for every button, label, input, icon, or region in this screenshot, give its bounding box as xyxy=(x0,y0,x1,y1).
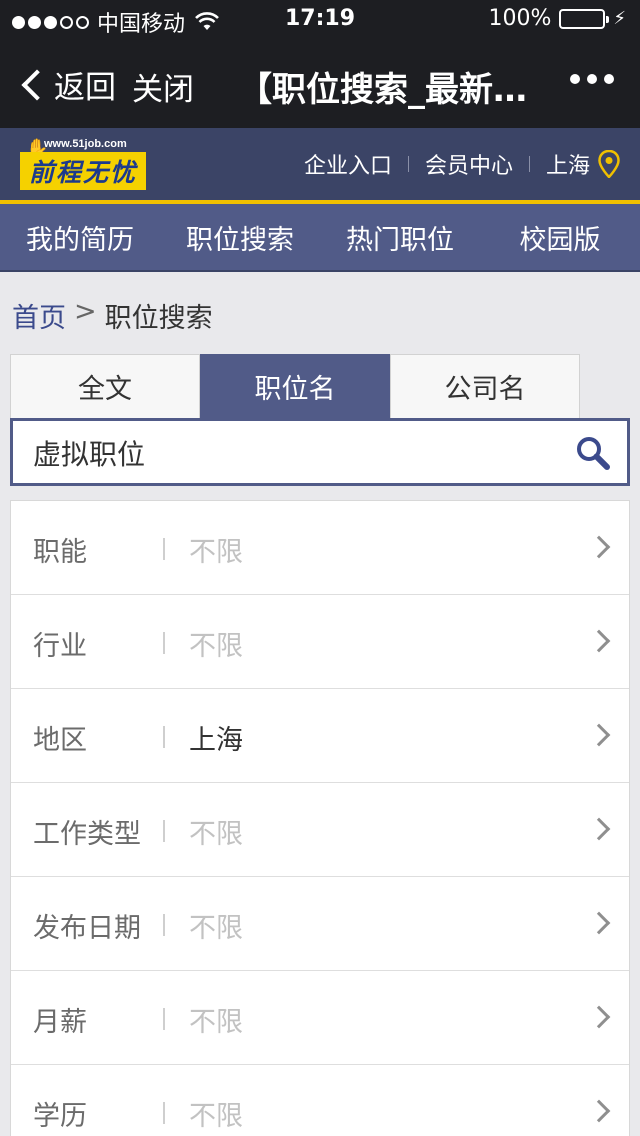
menu-campus[interactable]: 校园版 xyxy=(480,204,640,270)
main-menu: 我的简历 职位搜索 热门职位 校园版 xyxy=(0,204,640,272)
logo-url: www.51job.com xyxy=(44,138,127,150)
filter-value: 不限 xyxy=(189,1101,243,1132)
logo-text: 前程无忧 xyxy=(20,152,146,190)
filter-list: 职能 不限 行业 不限 地区 上海 工作类型 不限 发布日期 不限 月薪 不限 … xyxy=(10,500,630,1136)
filter-row-function[interactable]: 职能 不限 xyxy=(11,501,629,595)
filter-value: 上海 xyxy=(189,725,243,756)
filter-label: 地区 xyxy=(33,725,87,756)
filter-label: 学历 xyxy=(33,1101,87,1132)
site-logo[interactable]: ✋ www.51job.com 前程无忧 xyxy=(20,138,146,192)
divider xyxy=(163,538,165,560)
filter-row-publish-date[interactable]: 发布日期 不限 xyxy=(11,877,629,971)
filter-row-region[interactable]: 地区 上海 xyxy=(11,689,629,783)
filter-label: 职能 xyxy=(33,537,87,568)
battery-area: 100% ⚡ xyxy=(488,6,626,31)
search-input[interactable] xyxy=(33,433,553,473)
divider xyxy=(163,726,165,748)
filter-value: 不限 xyxy=(189,631,243,662)
menu-job-search[interactable]: 职位搜索 xyxy=(160,204,320,270)
chevron-right-icon xyxy=(587,911,611,935)
charging-icon: ⚡ xyxy=(613,8,626,29)
enterprise-link[interactable]: 企业入口 xyxy=(304,148,392,180)
filter-label: 行业 xyxy=(33,631,87,662)
divider xyxy=(528,156,530,172)
filter-label: 发布日期 xyxy=(33,913,141,944)
menu-hot-jobs[interactable]: 热门职位 xyxy=(320,204,480,270)
breadcrumb-current: 职位搜索 xyxy=(104,303,213,334)
search-type-tabs: 全文 职位名 公司名 xyxy=(10,354,580,418)
location-pin-icon[interactable] xyxy=(598,150,620,178)
divider xyxy=(163,914,165,936)
page-title: 【职位搜索_最新… xyxy=(238,70,527,110)
tab-company-name[interactable]: 公司名 xyxy=(390,354,580,418)
divider xyxy=(163,632,165,654)
tab-job-title[interactable]: 职位名 xyxy=(200,354,390,418)
menu-my-resume[interactable]: 我的简历 xyxy=(0,204,160,270)
chevron-right-icon xyxy=(587,1005,611,1029)
search-box xyxy=(10,418,630,486)
filter-value: 不限 xyxy=(189,1007,243,1038)
search-icon[interactable] xyxy=(573,433,613,473)
tab-fulltext[interactable]: 全文 xyxy=(10,354,200,418)
chevron-left-icon xyxy=(21,68,53,101)
filter-row-industry[interactable]: 行业 不限 xyxy=(11,595,629,689)
status-bar: 中国移动 17:19 100% ⚡ xyxy=(0,0,640,40)
filter-row-education[interactable]: 学历 不限 xyxy=(11,1065,629,1136)
filter-value: 不限 xyxy=(189,913,243,944)
more-options-icon[interactable] xyxy=(570,74,614,84)
battery-percent: 100% xyxy=(488,6,552,31)
divider xyxy=(163,820,165,842)
filter-value: 不限 xyxy=(189,537,243,568)
divider xyxy=(407,156,409,172)
chevron-right-icon xyxy=(587,535,611,559)
filter-row-work-type[interactable]: 工作类型 不限 xyxy=(11,783,629,877)
breadcrumb-separator: > xyxy=(74,296,97,327)
city-selector[interactable]: 上海 xyxy=(546,148,590,180)
divider xyxy=(163,1102,165,1124)
filter-row-salary[interactable]: 月薪 不限 xyxy=(11,971,629,1065)
member-center-link[interactable]: 会员中心 xyxy=(425,148,513,180)
filter-label: 工作类型 xyxy=(33,819,141,850)
chevron-right-icon xyxy=(587,817,611,841)
close-button[interactable]: 关闭 xyxy=(132,64,194,109)
nav-bar: 返回 关闭 【职位搜索_最新… xyxy=(0,40,640,128)
header-links: 企业入口 会员中心 上海 xyxy=(304,148,620,180)
battery-icon xyxy=(559,8,610,29)
divider xyxy=(163,1008,165,1030)
back-button[interactable]: 返回 xyxy=(20,62,116,107)
filter-label: 月薪 xyxy=(33,1007,87,1038)
site-header: ✋ www.51job.com 前程无忧 企业入口 会员中心 上海 xyxy=(0,128,640,204)
chevron-right-icon xyxy=(587,629,611,653)
filter-value: 不限 xyxy=(189,819,243,850)
chevron-right-icon xyxy=(587,723,611,747)
chevron-right-icon xyxy=(587,1099,611,1123)
back-label: 返回 xyxy=(54,70,116,106)
breadcrumb: 首页 > 职位搜索 xyxy=(12,296,213,335)
breadcrumb-home[interactable]: 首页 xyxy=(12,296,66,335)
